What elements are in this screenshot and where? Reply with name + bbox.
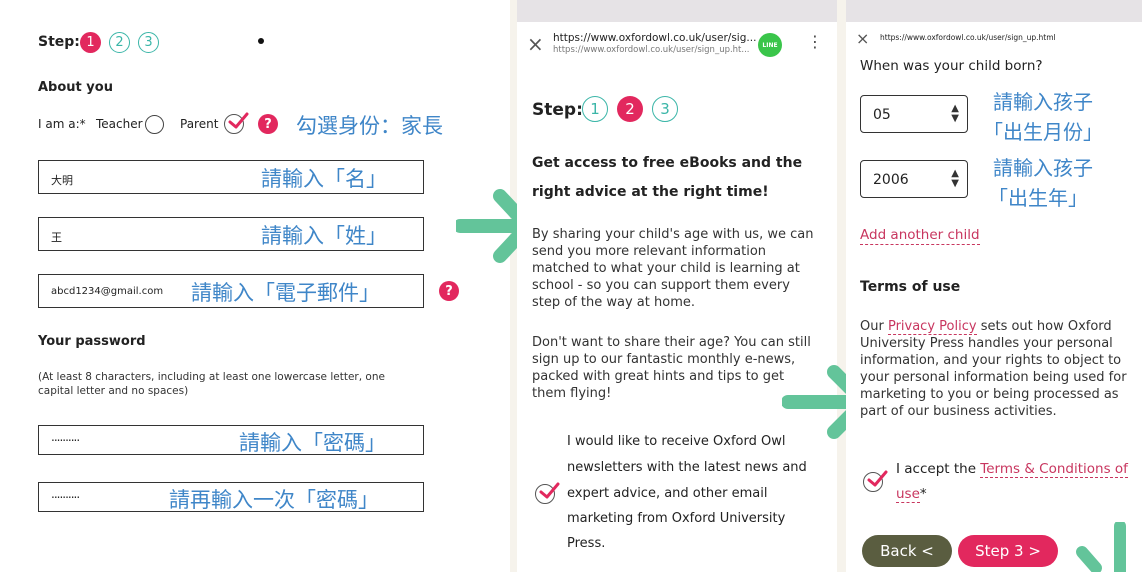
- age-sharing-paragraph: By sharing your child's age with us, we …: [532, 227, 814, 310]
- email-help-icon[interactable]: ?: [439, 281, 459, 301]
- heading-line-1: Get access to free eBooks and the: [532, 155, 803, 171]
- url-main: https://www.oxfordowl.co.uk/user/sign_up…: [880, 33, 1056, 42]
- newsletter-line-4: marketing from Oxford University: [567, 511, 786, 526]
- accept-terms-line-2: use*: [896, 485, 927, 503]
- birth-year-select[interactable]: 2006 ▲ ▼: [860, 160, 968, 198]
- role-hint: 勾選身份：家長: [296, 114, 443, 138]
- teacher-label: Teacher: [96, 117, 143, 131]
- newsletter-line-5: Press.: [567, 536, 606, 551]
- birth-month-select[interactable]: 05 ▲ ▼: [860, 95, 968, 133]
- accept-text: I accept the: [896, 461, 981, 477]
- status-bar: [517, 0, 837, 22]
- signup-form-panel-1: Step: 1 2 3 About you I am a:* Teacher P…: [0, 0, 510, 572]
- parent-label: Parent: [180, 117, 219, 131]
- role-label: I am a:*: [38, 117, 86, 131]
- step-label: Step:: [532, 100, 583, 120]
- year-hint-1: 請輸入孩子: [993, 156, 1093, 180]
- born-question: When was your child born?: [860, 58, 1043, 74]
- password-hint: 請輸入「密碼」: [239, 431, 386, 455]
- last-name-value: 王: [51, 231, 62, 244]
- month-hint-2: 「出生月份」: [983, 120, 1103, 144]
- dot-mark: [258, 38, 264, 44]
- arrow-down-icon: [1076, 522, 1126, 572]
- about-you-heading: About you: [38, 80, 113, 95]
- updown-caret-icon: ▲ ▼: [951, 168, 959, 189]
- password-value: ..........: [51, 430, 80, 444]
- step-1-indicator: 1: [80, 32, 101, 53]
- confirm-password-hint: 請再輸入一次「密碼」: [169, 488, 379, 512]
- first-name-hint: 請輸入「名」: [261, 167, 387, 191]
- birth-month-value: 05: [873, 107, 891, 123]
- url-sub: https://www.oxfordowl.co.uk/user/sign_up…: [553, 45, 750, 55]
- year-hint-2: 「出生年」: [988, 186, 1088, 210]
- checkmark-icon: [867, 470, 888, 487]
- accept-terms-checkbox[interactable]: [863, 470, 888, 492]
- close-icon[interactable]: ×: [856, 29, 869, 48]
- month-hint-1: 請輸入孩子: [993, 90, 1093, 114]
- first-name-field[interactable]: 大明 請輸入「名」: [38, 160, 424, 194]
- newsletter-line-1: I would like to receive Oxford Owl: [567, 434, 786, 449]
- line-app-icon[interactable]: LINE: [758, 33, 782, 57]
- terms-paragraph: Our Privacy Policy sets out how Oxford U…: [860, 318, 1142, 420]
- required-star: *: [919, 486, 927, 502]
- confirm-password-field[interactable]: .......... 請再輸入一次「密碼」: [38, 482, 424, 512]
- newsletter-line-3: expert advice, and other email: [567, 486, 768, 501]
- email-field[interactable]: abcd1234@gmail.com 請輸入「電子郵件」: [38, 274, 424, 308]
- back-button[interactable]: Back <: [862, 535, 952, 567]
- password-field[interactable]: .......... 請輸入「密碼」: [38, 425, 424, 455]
- step-3-indicator: 3: [652, 96, 678, 122]
- signup-form-panel-3: × https://www.oxfordowl.co.uk/user/sign_…: [846, 0, 1142, 572]
- updown-caret-icon: ▲ ▼: [951, 103, 959, 124]
- heading-line-2: right advice at the right time!: [532, 184, 769, 200]
- birth-year-value: 2006: [873, 172, 909, 188]
- last-name-hint: 請輸入「姓」: [261, 224, 387, 248]
- password-heading: Your password: [38, 334, 146, 349]
- add-another-child-link[interactable]: Add another child: [860, 226, 980, 245]
- newsletter-checkbox[interactable]: [535, 482, 560, 504]
- parent-radio-checked[interactable]: [224, 112, 249, 134]
- step-1-indicator: 1: [582, 96, 608, 122]
- last-name-field[interactable]: 王 請輸入「姓」: [38, 217, 424, 251]
- password-rules: (At least 8 characters, including at lea…: [38, 371, 385, 397]
- checkmark-icon: [539, 482, 560, 499]
- step-3-indicator: 3: [138, 32, 159, 53]
- terms-conditions-link-cont[interactable]: use: [896, 486, 920, 503]
- confirm-password-value: ..........: [51, 487, 80, 501]
- help-icon[interactable]: ?: [258, 114, 278, 134]
- enews-paragraph: Don't want to share their age? You can s…: [532, 335, 811, 401]
- email-hint: 請輸入「電子郵件」: [191, 281, 380, 305]
- terms-conditions-link[interactable]: Terms & Conditions of: [980, 461, 1128, 478]
- close-icon[interactable]: ×: [527, 32, 544, 56]
- step-2-indicator: 2: [617, 96, 643, 122]
- first-name-value: 大明: [51, 174, 73, 187]
- checkmark-icon: [228, 112, 249, 129]
- signup-form-panel-2: × https://www.oxfordowl.co.uk/user/sig..…: [517, 0, 837, 572]
- teacher-radio[interactable]: [145, 115, 164, 134]
- accept-terms-line-1: I accept the Terms & Conditions of: [896, 460, 1128, 478]
- step-3-button[interactable]: Step 3 >: [958, 535, 1058, 567]
- step-2-indicator: 2: [109, 32, 130, 53]
- status-bar: [846, 0, 1142, 22]
- privacy-policy-link[interactable]: Privacy Policy: [887, 319, 977, 335]
- step-label: Step:: [38, 34, 80, 50]
- email-value: abcd1234@gmail.com: [51, 286, 164, 297]
- terms-heading: Terms of use: [860, 279, 961, 295]
- newsletter-line-2: newsletters with the latest news and: [567, 460, 807, 475]
- url-main: https://www.oxfordowl.co.uk/user/sig...: [553, 32, 757, 44]
- terms-text: Our: [860, 319, 888, 334]
- more-menu-icon[interactable]: ⋮: [807, 34, 823, 50]
